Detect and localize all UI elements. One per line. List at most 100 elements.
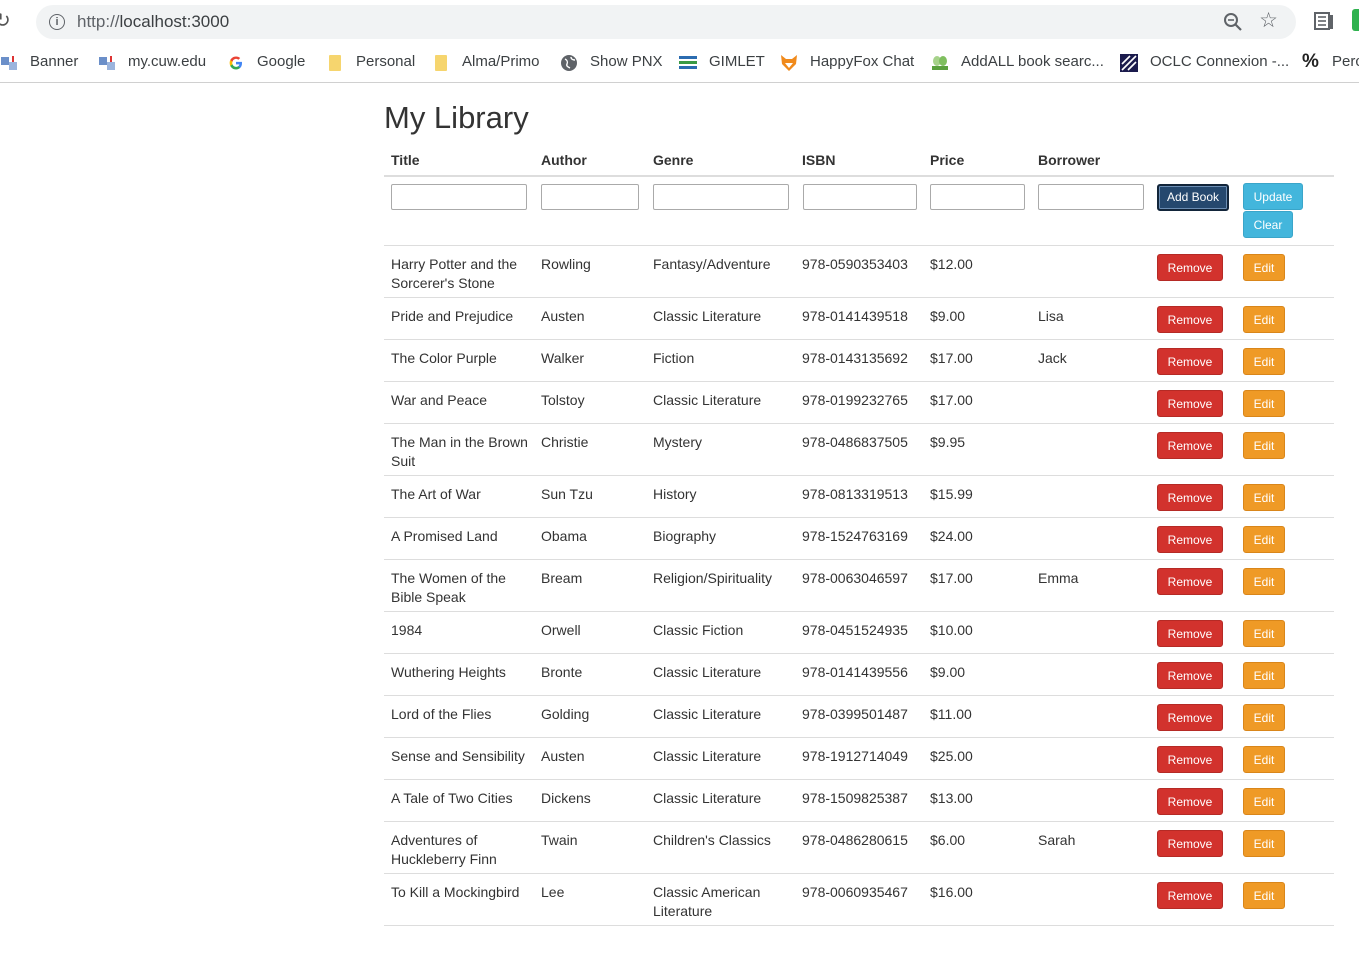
edit-button[interactable]: Edit [1243,788,1285,815]
cell-genre-line: Classic Literature [653,392,762,408]
remove-button[interactable]: Remove [1157,348,1223,375]
url-text[interactable]: http://localhost:3000 [77,12,229,32]
remove-button[interactable]: Remove [1157,746,1223,773]
cell-title: Lord of the Flies [391,705,491,724]
cell-genre: Children's Classics [653,831,771,850]
remove-button[interactable]: Remove [1157,568,1223,595]
cell-price: $13.00 [930,790,973,806]
cell-title-line: Bible Speak [391,589,466,605]
edit-button[interactable]: Edit [1243,348,1285,375]
borrower-input[interactable] [1038,184,1144,210]
cell-author: Obama [541,528,587,544]
cell-isbn: 978-0199232765 [802,392,908,408]
cell-genre-line: Biography [653,528,717,544]
edit-button[interactable]: Edit [1243,254,1285,281]
cell-price: $25.00 [930,748,973,764]
cell-title-line: Suit [391,453,416,469]
cell-genre-line: Classic Literature [653,790,762,806]
genre-input[interactable] [653,184,789,210]
column-header-price: Price [930,152,965,168]
edit-button[interactable]: Edit [1243,484,1285,511]
title-input[interactable] [391,184,527,210]
cell-genre-line: History [653,486,697,502]
price-input[interactable] [930,184,1025,210]
cell-author: Austen [541,308,585,324]
edit-button[interactable]: Edit [1243,526,1285,553]
edit-button[interactable]: Edit [1243,830,1285,857]
cell-isbn: 978-0813319513 [802,486,908,502]
cell-isbn: 978-0399501487 [802,706,908,722]
percent-icon: % [1302,51,1319,72]
zoom-icon[interactable] [1222,11,1244,33]
edit-button[interactable]: Edit [1243,662,1285,689]
table-row: Lord of the Flies Golding Classic Literatu… [384,696,1334,738]
remove-button[interactable]: Remove [1157,704,1223,731]
cell-price: $17.00 [930,392,973,408]
remove-button[interactable]: Remove [1157,432,1223,459]
cell-isbn: 978-0060935467 [802,884,908,900]
edit-button[interactable]: Edit [1243,390,1285,417]
isbn-input[interactable] [803,184,917,210]
bookmark-label: GIMLET [709,53,765,70]
edit-button[interactable]: Edit [1243,306,1285,333]
remove-button[interactable]: Remove [1157,306,1223,333]
table-row: To Kill a Mockingbird Lee Classic American… [384,874,1334,926]
cell-title: To Kill a Mockingbird [391,883,519,902]
update-button[interactable]: Update [1243,183,1303,210]
cell-genre: History [653,485,697,504]
cell-author: Walker [541,350,585,366]
google-icon [229,56,242,70]
cell-genre: Classic Literature [653,705,761,724]
reader-mode-icon[interactable] [1314,11,1334,31]
table-row: The Color Purple Walker Fiction 978-0143135… [384,340,1334,382]
edit-button[interactable]: Edit [1243,746,1285,773]
remove-button[interactable]: Remove [1157,254,1223,281]
edit-button[interactable]: Edit [1243,432,1285,459]
cell-title-line: The Women of the [391,570,506,586]
edit-button[interactable]: Edit [1243,882,1285,909]
edit-button[interactable]: Edit [1243,704,1285,731]
banner-icon [1,56,17,70]
cell-genre-line: Children's Classics [653,832,771,848]
column-header-title: Title [391,152,420,168]
clear-button[interactable]: Clear [1243,211,1293,238]
cell-price: $24.00 [930,528,973,544]
cell-title: War and Peace [391,391,487,410]
cell-title: A Promised Land [391,527,498,546]
cell-author: Tolstoy [541,392,585,408]
cell-title: Adventures of Huckleberry Finn [391,831,497,869]
folder-icon [435,55,447,71]
table-row: Harry Potter and the Sorcerer's Stone Rowl… [384,246,1334,298]
folder-icon [329,55,341,71]
cell-title-line: Sense and Sensibility [391,748,525,764]
cell-genre: Mystery [653,433,702,452]
remove-button[interactable]: Remove [1157,484,1223,511]
bookmark-star-icon[interactable]: ☆ [1259,9,1278,33]
table-row: The Women of the Bible Speak Bream Religion… [384,560,1334,612]
extension-icon[interactable] [1352,9,1359,31]
remove-button[interactable]: Remove [1157,788,1223,815]
table-row: Pride and Prejudice Austen Classic Literat… [384,298,1334,340]
reload-icon[interactable]: ↻ [0,9,16,33]
cell-isbn: 978-1509825387 [802,790,908,806]
cell-title-line: A Promised Land [391,528,498,544]
remove-button[interactable]: Remove [1157,830,1223,857]
add-book-button[interactable]: Add Book [1157,184,1229,211]
remove-button[interactable]: Remove [1157,390,1223,417]
remove-button[interactable]: Remove [1157,662,1223,689]
cell-title-line: Pride and Prejudice [391,308,514,324]
table-row: War and Peace Tolstoy Classic Literature 97… [384,382,1334,424]
info-icon[interactable]: i [49,14,65,30]
browser-toolbar: ↻ i http://localhost:3000 ☆ [0,0,1359,42]
edit-button[interactable]: Edit [1243,620,1285,647]
remove-button[interactable]: Remove [1157,620,1223,647]
bookmark-label: my.cuw.edu [128,53,207,70]
author-input[interactable] [541,184,639,210]
cell-price: $12.00 [930,256,973,272]
edit-button[interactable]: Edit [1243,568,1285,595]
remove-button[interactable]: Remove [1157,526,1223,553]
address-bar[interactable]: i http://localhost:3000 ☆ [36,5,1296,39]
cell-author: Bronte [541,664,583,680]
remove-button[interactable]: Remove [1157,882,1223,909]
cell-genre: Fiction [653,349,694,368]
